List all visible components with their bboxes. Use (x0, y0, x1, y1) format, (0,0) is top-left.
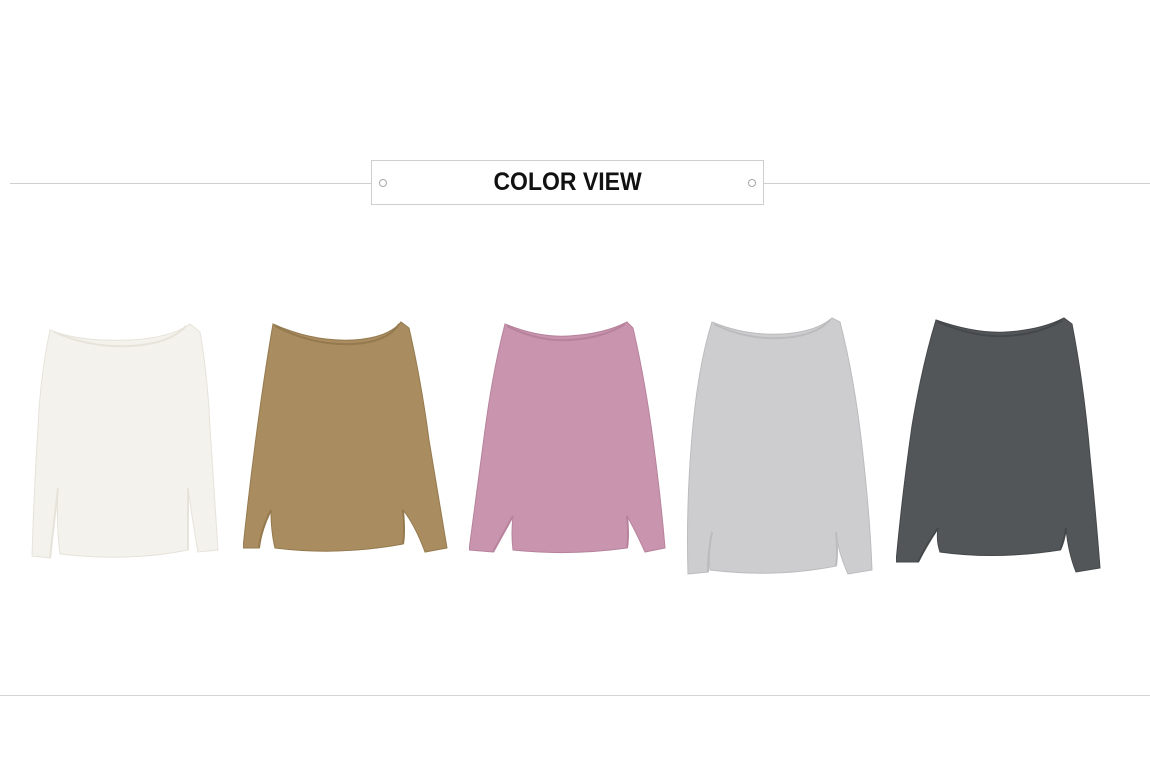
sweater-light-gray-image (687, 317, 873, 575)
sweater-charcoal-image (896, 317, 1101, 573)
sweater-camel-image (243, 321, 448, 553)
section-title: COLOR VIEW (493, 168, 642, 196)
circle-ornament-icon (748, 179, 756, 187)
sweater-ivory-image (31, 323, 219, 559)
bottom-divider-line (0, 695, 1150, 696)
section-title-box: COLOR VIEW (371, 160, 764, 205)
sweater-pink-image (469, 321, 666, 554)
circle-ornament-icon (379, 179, 387, 187)
